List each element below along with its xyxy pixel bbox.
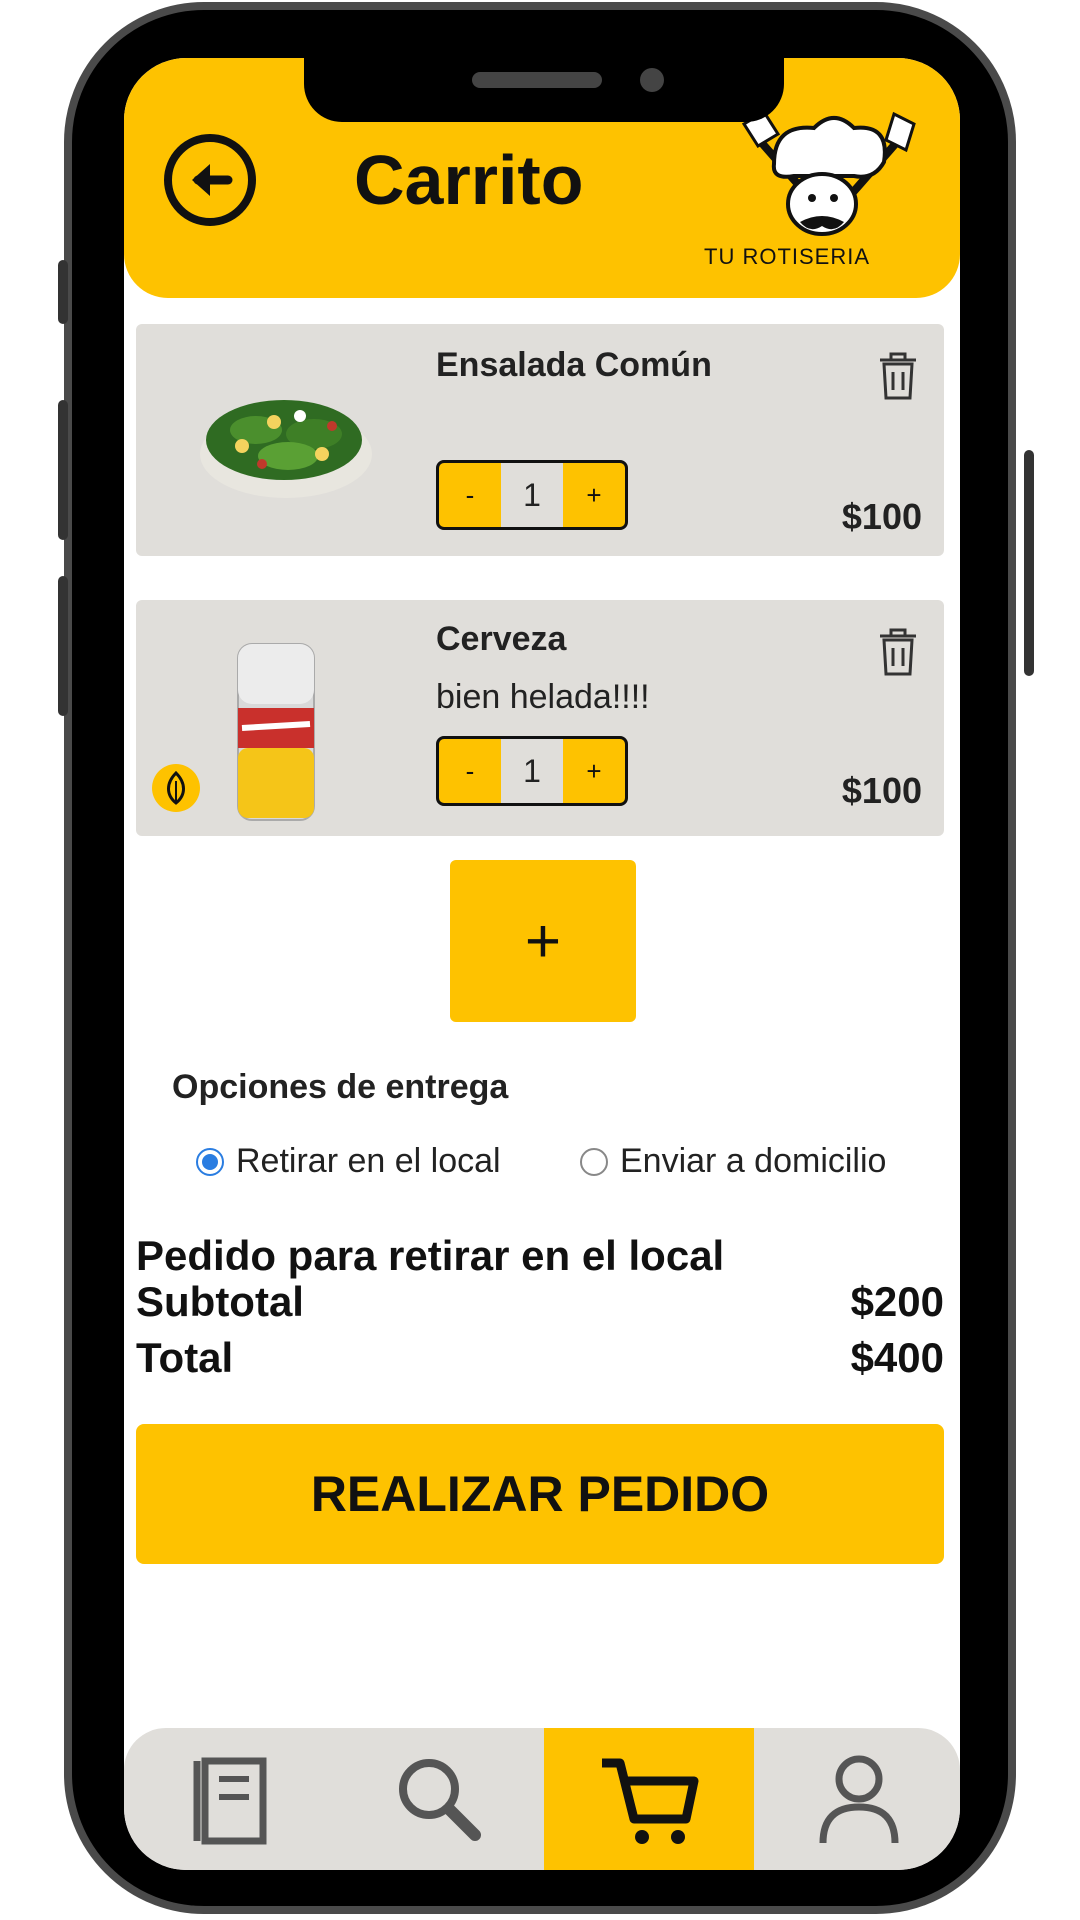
subtotal-value: $200	[850, 1278, 944, 1325]
volume-up-button	[58, 400, 68, 540]
item-price: $100	[841, 770, 922, 811]
mute-switch	[58, 260, 68, 324]
app-screen: Carrito TU ROTISERIA Ensalada Común - 1 …	[124, 58, 960, 1870]
subtotal-label: Subtotal	[136, 1278, 304, 1325]
decrease-quantity-button[interactable]: -	[439, 463, 501, 527]
front-camera	[640, 68, 664, 92]
total-label: Total	[136, 1334, 234, 1381]
quantity-value: 1	[501, 739, 563, 803]
delivery-options-label: Opciones de entrega	[172, 1068, 509, 1106]
volume-down-button	[58, 576, 68, 716]
phone-notch	[304, 58, 784, 122]
total-value: $400	[850, 1334, 944, 1381]
item-name: Cerveza	[436, 620, 567, 658]
back-button[interactable]	[162, 132, 258, 228]
tab-profile[interactable]	[754, 1728, 960, 1870]
salad-image	[196, 376, 376, 511]
pickup-radio[interactable]	[196, 1147, 224, 1176]
pickup-option[interactable]: Retirar en el local	[196, 1142, 501, 1181]
place-order-button[interactable]: REALIZAR PEDIDO	[136, 1424, 944, 1564]
order-type-heading: Pedido para retirar en el local	[136, 1232, 944, 1280]
cart-item-salad: Ensalada Común - 1 + $100	[136, 324, 944, 556]
total-row: Total $400	[136, 1334, 944, 1382]
menu-book-icon	[193, 1757, 267, 1845]
leaf-icon	[167, 771, 185, 805]
item-price: $100	[841, 496, 922, 537]
trash-icon	[880, 352, 916, 400]
quantity-stepper: - 1 +	[436, 460, 628, 530]
tab-cart[interactable]	[544, 1728, 754, 1870]
increase-quantity-button[interactable]: +	[563, 463, 625, 527]
increase-quantity-button[interactable]: +	[563, 739, 625, 803]
cart-item-beer: Cerveza bien helada!!!! - 1 + $100	[136, 600, 944, 836]
delivery-option-label: Enviar a domicilio	[620, 1142, 887, 1180]
quantity-value: 1	[501, 463, 563, 527]
speaker-grille	[472, 72, 602, 88]
add-item-button[interactable]: +	[450, 860, 636, 1022]
item-note: bien helada!!!!	[436, 678, 650, 716]
delete-item-button[interactable]	[876, 626, 920, 678]
delivery-option[interactable]: Enviar a domicilio	[580, 1142, 886, 1181]
user-icon	[819, 1755, 899, 1844]
vegan-badge	[152, 764, 200, 812]
quantity-stepper: - 1 +	[436, 736, 628, 806]
order-type-text: Pedido para retirar en el local	[136, 1232, 725, 1279]
item-name: Ensalada Común	[436, 346, 712, 384]
tab-search[interactable]	[334, 1728, 544, 1870]
cart-icon	[602, 1758, 699, 1844]
page-title: Carrito	[354, 141, 584, 219]
trash-icon	[880, 628, 916, 676]
arrow-left-circle-icon	[164, 134, 256, 226]
decrease-quantity-button[interactable]: -	[439, 739, 501, 803]
tab-menu[interactable]	[124, 1728, 334, 1870]
delete-item-button[interactable]	[876, 350, 920, 402]
power-button	[1024, 450, 1034, 676]
pickup-option-label: Retirar en el local	[236, 1142, 501, 1180]
brand-name: TU ROTISERIA	[704, 244, 871, 269]
beer-can-image	[234, 638, 318, 831]
bottom-tab-bar	[124, 1728, 960, 1870]
delivery-radio[interactable]	[580, 1147, 608, 1176]
search-icon	[399, 1759, 481, 1841]
subtotal-row: Subtotal $200	[136, 1278, 944, 1326]
